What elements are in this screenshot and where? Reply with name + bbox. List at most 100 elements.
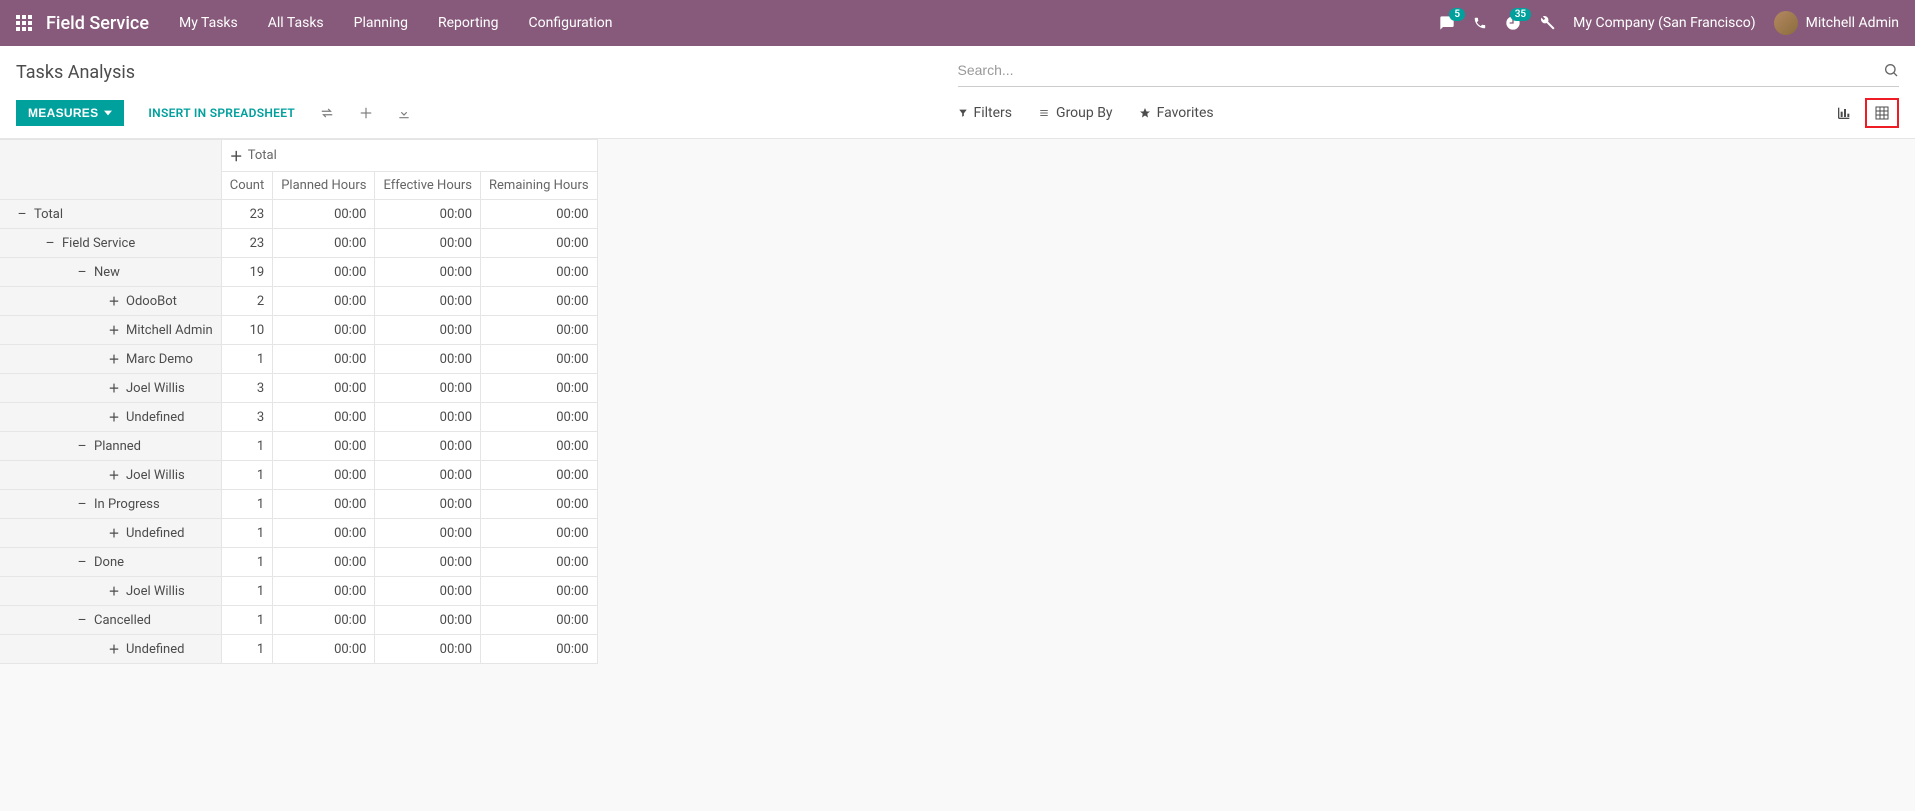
pivot-row-header[interactable]: — Cancelled [0, 606, 221, 635]
phone-icon[interactable] [1473, 16, 1487, 30]
pivot-cell: 1 [221, 577, 272, 606]
nav-my-tasks[interactable]: My Tasks [179, 15, 238, 31]
pivot-cell: 00:00 [375, 519, 481, 548]
debug-icon[interactable] [1539, 15, 1555, 31]
pivot-cell: 23 [221, 200, 272, 229]
pivot-cell: 00:00 [273, 258, 375, 287]
favorites-label: Favorites [1157, 105, 1214, 121]
download-icon[interactable] [397, 106, 411, 120]
minus-icon: — [76, 557, 88, 568]
pivot-cell: 1 [221, 490, 272, 519]
pivot-row-label: Cancelled [94, 613, 151, 628]
pivot-row-label: OdooBot [126, 294, 177, 309]
pivot-row-label: Planned [94, 439, 141, 454]
col-header-total[interactable]: ＋ Total [230, 146, 277, 165]
pivot-row-header[interactable]: ＋Joel Willis [0, 577, 221, 606]
pivot-cell: 1 [221, 432, 272, 461]
pivot-cell: 1 [221, 606, 272, 635]
pivot-row-label: Joel Willis [126, 468, 185, 483]
brand-title[interactable]: Field Service [46, 13, 149, 34]
col-planned-hours[interactable]: Planned Hours [273, 172, 375, 200]
company-switcher[interactable]: My Company (San Francisco) [1573, 15, 1755, 31]
pivot-cell: 00:00 [481, 577, 598, 606]
pivot-row-header[interactable]: —In Progress [0, 490, 221, 519]
plus-icon: ＋ [108, 322, 120, 338]
messages-icon[interactable]: 5 [1439, 15, 1455, 31]
nav-all-tasks[interactable]: All Tasks [268, 15, 324, 31]
insert-spreadsheet-button[interactable]: INSERT IN SPREADSHEET [148, 106, 295, 120]
pivot-cell: 00:00 [481, 519, 598, 548]
pivot-cell: 00:00 [375, 635, 481, 664]
pivot-row-header[interactable]: —Total [0, 200, 221, 229]
search-input[interactable] [958, 58, 1884, 82]
pivot-row-header[interactable]: —New [0, 258, 221, 287]
pivot-cell: 00:00 [375, 258, 481, 287]
col-total-label: Total [248, 148, 277, 163]
nav-configuration[interactable]: Configuration [529, 15, 613, 31]
pivot-table: ＋ Total Count Planned Hours Effective Ho… [0, 139, 598, 664]
flip-axis-icon[interactable] [319, 106, 335, 120]
view-pivot-button[interactable] [1865, 98, 1899, 128]
measures-button[interactable]: MEASURES [16, 100, 124, 126]
pivot-row-header[interactable]: ＋Joel Willis [0, 374, 221, 403]
pivot-row-header[interactable]: —Done [0, 548, 221, 577]
pivot-cell: 00:00 [481, 461, 598, 490]
pivot-cell: 00:00 [375, 345, 481, 374]
pivot-cell: 00:00 [273, 490, 375, 519]
pivot-cell: 00:00 [481, 635, 598, 664]
pivot-row-label: Mitchell Admin [126, 323, 213, 338]
nav-reporting[interactable]: Reporting [438, 15, 499, 31]
pivot-row-label: Total [34, 207, 63, 222]
pivot-cell: 00:00 [481, 548, 598, 577]
plus-icon: ＋ [108, 525, 120, 541]
pivot-cell: 00:00 [375, 229, 481, 258]
pivot-row-header[interactable]: ＋Undefined [0, 635, 221, 664]
pivot-view: ＋ Total Count Planned Hours Effective Ho… [0, 139, 1915, 664]
navbar-right: 5 35 My Company (San Francisco) Mitchell… [1439, 11, 1899, 35]
pivot-row-header[interactable]: —Field Service [0, 229, 221, 258]
pivot-row-header[interactable]: ＋ OdooBot [0, 287, 221, 316]
pivot-cell: 00:00 [375, 200, 481, 229]
pivot-row-header[interactable]: ＋Undefined [0, 519, 221, 548]
pivot-cell: 00:00 [273, 548, 375, 577]
pivot-row-header[interactable]: ＋Undefined [0, 403, 221, 432]
pivot-cell: 19 [221, 258, 272, 287]
pivot-row-header[interactable]: ＋ Mitchell Admin [0, 316, 221, 345]
groupby-dropdown[interactable]: Group By [1038, 105, 1113, 121]
nav-planning[interactable]: Planning [354, 15, 408, 31]
col-count[interactable]: Count [221, 172, 272, 200]
pivot-row-header[interactable]: ＋Marc Demo [0, 345, 221, 374]
pivot-cell: 00:00 [375, 606, 481, 635]
pivot-cell: 1 [221, 635, 272, 664]
col-effective-hours[interactable]: Effective Hours [375, 172, 481, 200]
pivot-cell: 00:00 [273, 345, 375, 374]
pivot-row-label: Field Service [62, 236, 135, 251]
pivot-cell: 00:00 [273, 519, 375, 548]
plus-icon: ＋ [108, 351, 120, 367]
plus-icon: ＋ [108, 293, 120, 309]
activities-icon[interactable]: 35 [1505, 15, 1521, 31]
pivot-cell: 00:00 [273, 577, 375, 606]
plus-icon: ＋ [230, 146, 242, 165]
pivot-cell: 00:00 [481, 229, 598, 258]
col-remaining-hours[interactable]: Remaining Hours [481, 172, 598, 200]
avatar [1774, 11, 1798, 35]
filters-dropdown[interactable]: Filters [958, 105, 1013, 121]
view-graph-button[interactable] [1827, 98, 1861, 128]
pivot-cell: 00:00 [481, 606, 598, 635]
minus-icon: — [76, 615, 88, 626]
messages-badge: 5 [1449, 8, 1465, 21]
expand-all-icon[interactable] [359, 106, 373, 120]
pivot-cell: 00:00 [375, 490, 481, 519]
pivot-cell: 00:00 [481, 258, 598, 287]
pivot-row-header[interactable]: ＋Joel Willis [0, 461, 221, 490]
groupby-label: Group By [1056, 105, 1113, 121]
plus-icon: ＋ [108, 409, 120, 425]
apps-icon[interactable] [16, 15, 32, 31]
search-icon[interactable] [1883, 62, 1899, 78]
pivot-row-label: Undefined [126, 642, 184, 657]
user-menu[interactable]: Mitchell Admin [1774, 11, 1899, 35]
favorites-dropdown[interactable]: Favorites [1139, 105, 1214, 121]
minus-icon: — [76, 499, 88, 510]
pivot-row-header[interactable]: —Planned [0, 432, 221, 461]
